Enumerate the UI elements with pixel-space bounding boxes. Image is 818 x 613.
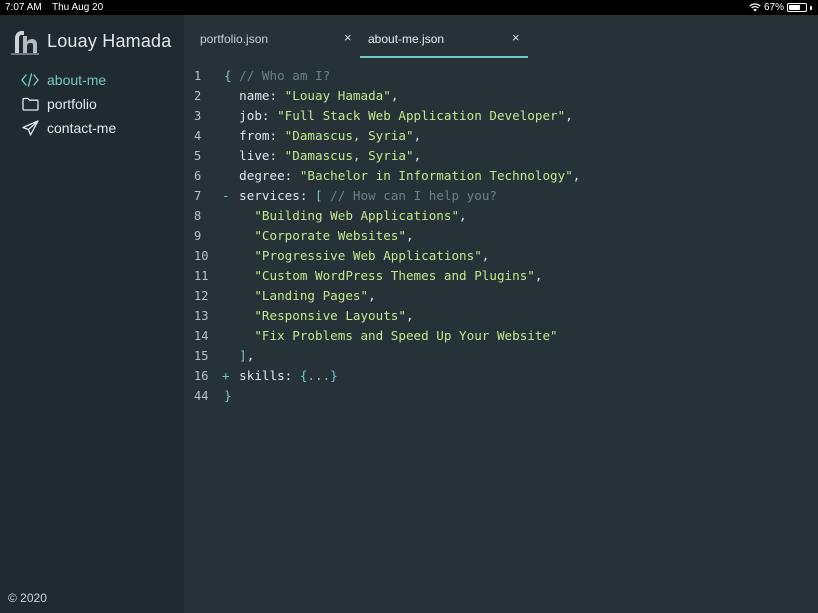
code-text: "Progressive Web Applications",: [224, 248, 490, 263]
line-number: 1: [194, 69, 202, 83]
status-right: 67%: [749, 0, 812, 15]
paper-plane-icon: [21, 119, 39, 137]
code-text: }: [224, 388, 232, 403]
line-number: 2: [194, 89, 202, 103]
line-number: 8: [194, 209, 202, 223]
code-text: "Custom WordPress Themes and Plugins",: [224, 268, 543, 283]
code-icon: [21, 71, 39, 89]
sidebar-item-contact-me[interactable]: contact-me: [21, 116, 116, 140]
code-text: "Responsive Layouts",: [224, 308, 414, 323]
code-text: services: [ // How can I help you?: [224, 188, 497, 203]
status-date: Thu Aug 20: [52, 2, 104, 13]
line-number: 6: [194, 169, 202, 183]
line-number: 44: [194, 389, 209, 403]
tab-label: portfolio.json: [200, 32, 269, 46]
tab-about-me-json[interactable]: about-me.json ×: [360, 25, 528, 58]
code-text: from: "Damascus, Syria",: [224, 128, 422, 143]
line-number: 12: [194, 289, 209, 303]
brand-name: Louay Hamada: [47, 30, 172, 51]
sidebar-item-label: about-me: [47, 72, 107, 88]
line-number: 16: [194, 369, 209, 383]
line-number: 11: [194, 269, 209, 283]
code-text: name: "Louay Hamada",: [224, 88, 399, 103]
line-number: 10: [194, 249, 209, 263]
sidebar-item-about-me[interactable]: about-me: [21, 68, 116, 92]
code-text: live: "Damascus, Syria",: [224, 148, 422, 163]
battery-icon: [787, 3, 807, 12]
sidebar-item-portfolio[interactable]: portfolio: [21, 92, 116, 116]
active-tab-indicator: [360, 56, 528, 58]
close-icon[interactable]: ×: [512, 30, 520, 45]
code-text: "Corporate Websites",: [224, 228, 414, 243]
code-text: skills: {...}: [224, 368, 338, 383]
line-number: 13: [194, 309, 209, 323]
line-number: 9: [194, 229, 202, 243]
code-text: ],: [224, 348, 255, 363]
status-bar: 7:07 AM Thu Aug 20 67%: [0, 0, 818, 15]
line-number: 14: [194, 329, 209, 343]
brand[interactable]: Louay Hamada: [9, 27, 171, 55]
sidebar-item-label: portfolio: [47, 96, 97, 112]
sidebar: Louay Hamada about-me portfolio contact-…: [0, 15, 184, 613]
wifi-icon: [749, 3, 761, 12]
sidebar-item-label: contact-me: [47, 120, 117, 136]
code-text: degree: "Bachelor in Information Technol…: [224, 168, 581, 183]
line-number: 5: [194, 149, 202, 163]
tab-label: about-me.json: [368, 32, 445, 46]
code-text: { // Who am I?: [224, 68, 331, 83]
tab-portfolio-json[interactable]: portfolio.json ×: [200, 25, 352, 55]
sidebar-nav: about-me portfolio contact-me: [21, 68, 116, 140]
code-text: job: "Full Stack Web Application Develop…: [224, 108, 573, 123]
logo-icon: [11, 31, 39, 55]
code-text: "Fix Problems and Speed Up Your Website": [224, 328, 558, 343]
line-number: 7: [194, 189, 202, 203]
battery-percent: 67%: [763, 2, 784, 13]
line-number: 4: [194, 129, 202, 143]
line-number: 15: [194, 349, 209, 363]
tab-bar: portfolio.json × about-me.json ×: [184, 15, 818, 58]
copyright: © 2020: [8, 591, 47, 605]
line-number: 3: [194, 109, 202, 123]
close-icon[interactable]: ×: [344, 30, 352, 45]
status-time: 7:07 AM: [5, 2, 42, 13]
code-text: "Landing Pages",: [224, 288, 376, 303]
folder-icon: [21, 95, 39, 113]
code-text: "Building Web Applications",: [224, 208, 467, 223]
